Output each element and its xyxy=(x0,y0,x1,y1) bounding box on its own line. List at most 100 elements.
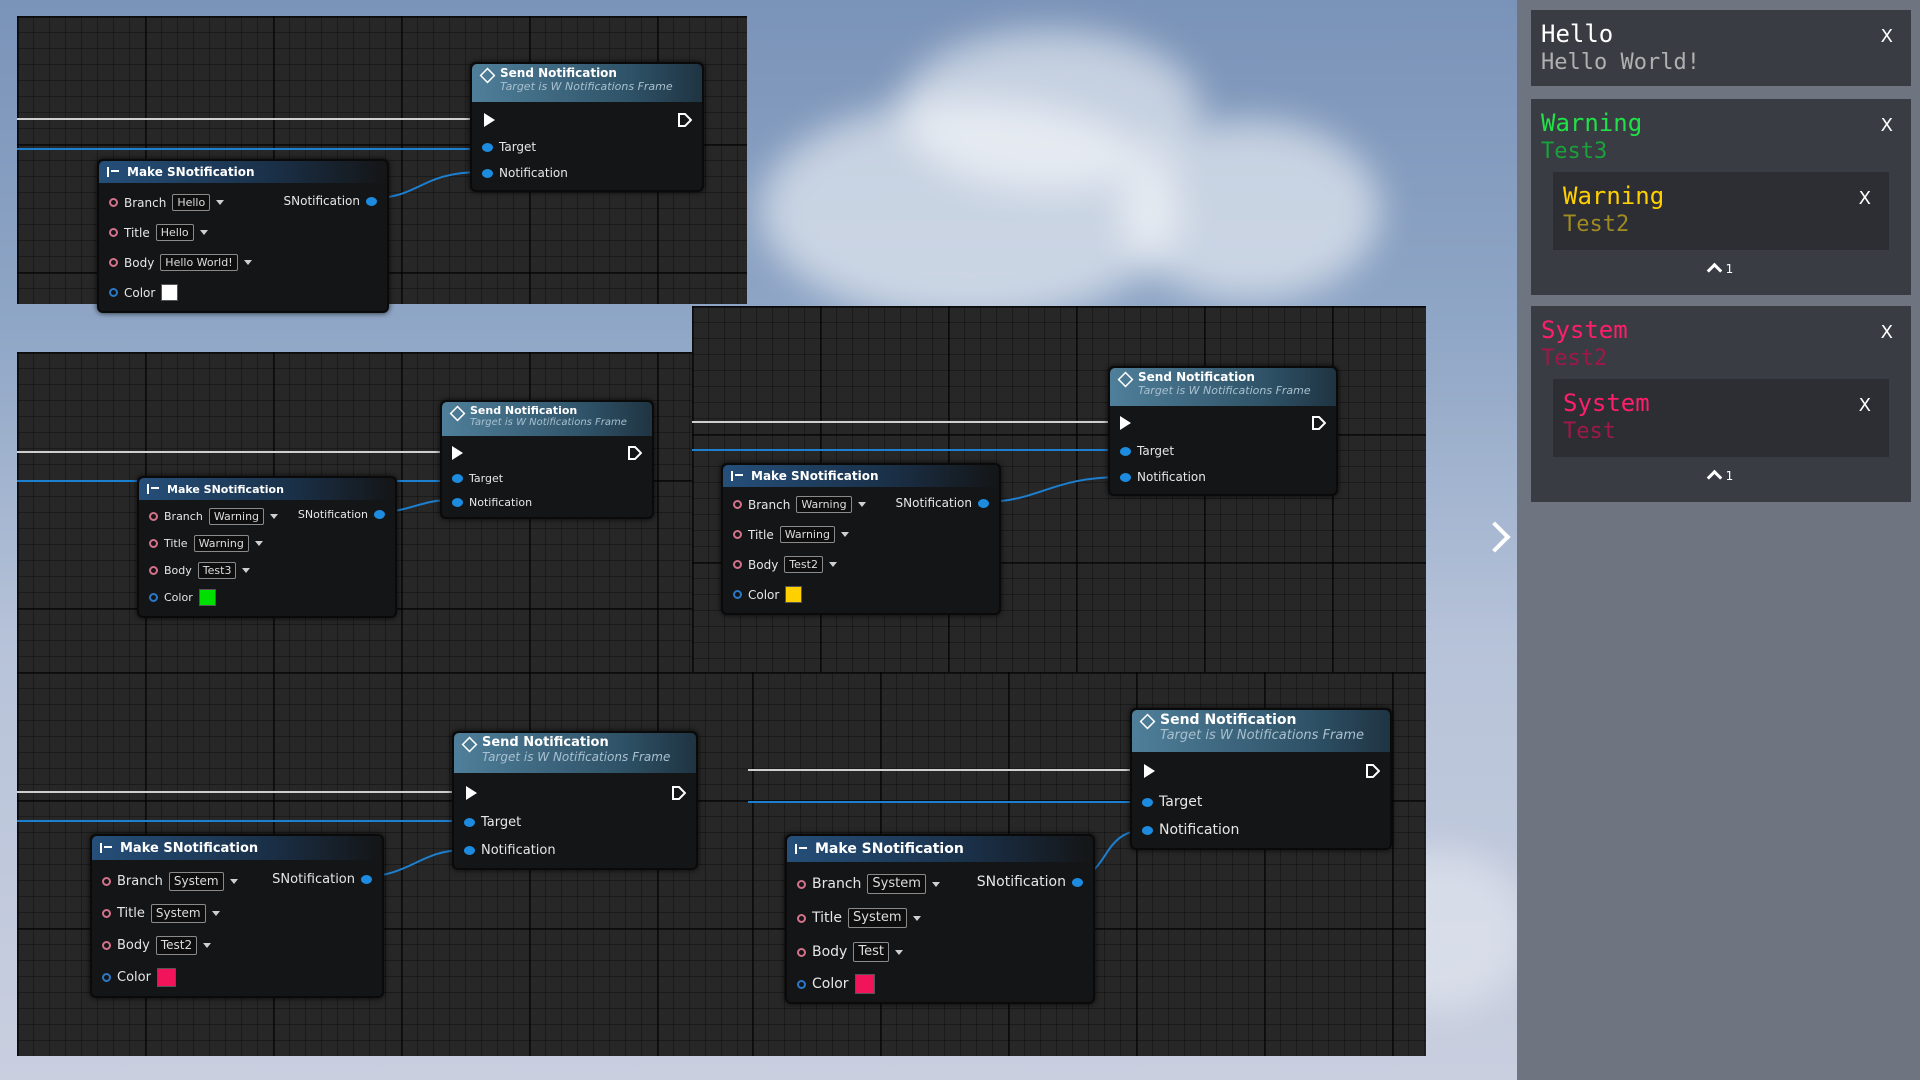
chevron-down-icon[interactable] xyxy=(243,260,252,265)
chevron-down-icon[interactable] xyxy=(894,949,903,955)
snotification-output-pin[interactable] xyxy=(366,196,377,206)
color-pin[interactable] xyxy=(797,979,806,989)
color-swatch[interactable] xyxy=(161,284,179,301)
chevron-down-icon[interactable] xyxy=(216,200,225,205)
chevron-down-icon[interactable] xyxy=(912,915,921,921)
chevron-down-icon[interactable] xyxy=(199,230,208,235)
exec-input-pin[interactable] xyxy=(1120,416,1131,430)
title-pin[interactable] xyxy=(109,228,118,237)
notification-pin[interactable] xyxy=(452,498,463,507)
send-notification-node[interactable]: Send Notification Target is W Notificatio… xyxy=(440,400,654,519)
title-field[interactable]: System xyxy=(848,908,907,928)
body-pin[interactable] xyxy=(149,566,158,575)
color-pin[interactable] xyxy=(733,590,742,599)
branch-field[interactable]: System xyxy=(168,872,224,891)
chevron-down-icon[interactable] xyxy=(254,541,263,546)
title-pin[interactable] xyxy=(149,539,158,548)
color-swatch[interactable] xyxy=(854,974,875,994)
color-pin[interactable] xyxy=(102,973,111,982)
target-pin[interactable] xyxy=(464,818,475,827)
body-field[interactable]: Test xyxy=(853,942,889,962)
chevron-down-icon[interactable] xyxy=(242,568,251,573)
title-pin[interactable] xyxy=(733,530,742,539)
stack-expand-toggle[interactable]: 1 xyxy=(1531,469,1911,486)
send-notification-node[interactable]: Send Notification Target is W Notificatio… xyxy=(1130,708,1392,850)
stacked-notification[interactable]: Warning Test2 X xyxy=(1553,172,1889,250)
close-icon[interactable]: X xyxy=(1881,115,1893,136)
branch-pin[interactable] xyxy=(733,500,742,509)
exec-output-pin[interactable] xyxy=(1366,764,1380,778)
branch-field[interactable]: System xyxy=(867,874,926,894)
target-pin[interactable] xyxy=(1120,446,1131,456)
send-notification-node[interactable]: Send Notification Target is W Notificatio… xyxy=(470,62,704,192)
title-pin[interactable] xyxy=(102,909,111,918)
notification-pin[interactable] xyxy=(482,168,493,178)
body-field[interactable]: Test2 xyxy=(784,556,823,573)
close-icon[interactable]: X xyxy=(1881,26,1893,47)
chevron-right-icon[interactable] xyxy=(1479,521,1511,553)
branch-field[interactable]: Warning xyxy=(796,496,852,513)
notification-card-hello[interactable]: Hello Hello World! X xyxy=(1531,10,1911,86)
body-pin[interactable] xyxy=(109,258,118,267)
make-snotification-node[interactable]: Make SNotification Branch Warning Title Wa… xyxy=(721,463,1001,615)
snotification-output-pin[interactable] xyxy=(1072,877,1083,887)
chevron-down-icon[interactable] xyxy=(840,532,849,537)
body-pin[interactable] xyxy=(102,941,111,950)
color-pin[interactable] xyxy=(109,288,118,297)
body-field[interactable]: Test2 xyxy=(155,936,198,955)
chevron-down-icon[interactable] xyxy=(211,911,220,916)
snotification-output-pin[interactable] xyxy=(361,875,372,884)
exec-output-pin[interactable] xyxy=(1312,416,1326,430)
notification-pin[interactable] xyxy=(464,846,475,855)
close-icon[interactable]: X xyxy=(1859,188,1871,209)
chevron-down-icon[interactable] xyxy=(931,881,940,887)
chevron-down-icon[interactable] xyxy=(828,562,837,567)
exec-input-pin[interactable] xyxy=(484,113,495,127)
branch-pin[interactable] xyxy=(102,877,111,886)
chevron-down-icon[interactable] xyxy=(857,502,866,507)
send-notification-node[interactable]: Send Notification Target is W Notificatio… xyxy=(452,731,698,870)
color-pin[interactable] xyxy=(149,593,158,602)
body-field[interactable]: Test3 xyxy=(197,562,237,579)
branch-pin[interactable] xyxy=(109,198,118,207)
make-snotification-node[interactable]: Make SNotification Branch Warning Title Wa… xyxy=(137,476,397,618)
color-swatch[interactable] xyxy=(785,586,803,603)
snotification-output-pin[interactable] xyxy=(978,498,989,508)
chevron-down-icon[interactable] xyxy=(270,514,279,519)
body-pin[interactable] xyxy=(797,947,806,957)
make-snotification-node[interactable]: Make SNotification Branch Hello Title Hell… xyxy=(97,159,389,313)
make-snotification-node[interactable]: Make SNotification Branch System Title Sys… xyxy=(785,834,1095,1004)
make-snotification-node[interactable]: Make SNotification Branch System Title Sys… xyxy=(90,834,384,998)
branch-pin[interactable] xyxy=(797,879,806,889)
title-field[interactable]: Hello xyxy=(155,224,194,241)
exec-input-pin[interactable] xyxy=(1144,764,1155,778)
notification-pin[interactable] xyxy=(1142,825,1153,835)
exec-output-pin[interactable] xyxy=(628,446,642,460)
body-field[interactable]: Hello World! xyxy=(160,254,238,271)
stacked-notification[interactable]: System Test X xyxy=(1553,379,1889,457)
color-swatch[interactable] xyxy=(156,968,176,987)
exec-input-pin[interactable] xyxy=(452,446,463,460)
title-field[interactable]: Warning xyxy=(779,526,835,543)
stack-expand-toggle[interactable]: 1 xyxy=(1531,262,1911,279)
exec-input-pin[interactable] xyxy=(466,786,477,800)
notification-card-warning[interactable]: Warning Test3 X Warning Test2 X 1 xyxy=(1531,99,1911,295)
branch-field[interactable]: Warning xyxy=(208,508,265,525)
title-field[interactable]: Warning xyxy=(193,535,249,552)
target-pin[interactable] xyxy=(452,474,463,483)
branch-pin[interactable] xyxy=(149,512,158,521)
close-icon[interactable]: X xyxy=(1859,395,1871,416)
target-pin[interactable] xyxy=(1142,797,1153,807)
send-notification-node[interactable]: Send Notification Target is W Notificatio… xyxy=(1108,366,1338,496)
color-swatch[interactable] xyxy=(198,589,216,606)
notification-card-system[interactable]: System Test2 X System Test X 1 xyxy=(1531,306,1911,502)
chevron-down-icon[interactable] xyxy=(229,879,238,884)
chevron-down-icon[interactable] xyxy=(203,943,212,948)
title-pin[interactable] xyxy=(797,913,806,923)
exec-output-pin[interactable] xyxy=(672,786,686,800)
body-pin[interactable] xyxy=(733,560,742,569)
snotification-output-pin[interactable] xyxy=(374,510,385,519)
exec-output-pin[interactable] xyxy=(678,113,692,127)
target-pin[interactable] xyxy=(482,142,493,152)
close-icon[interactable]: X xyxy=(1881,322,1893,343)
